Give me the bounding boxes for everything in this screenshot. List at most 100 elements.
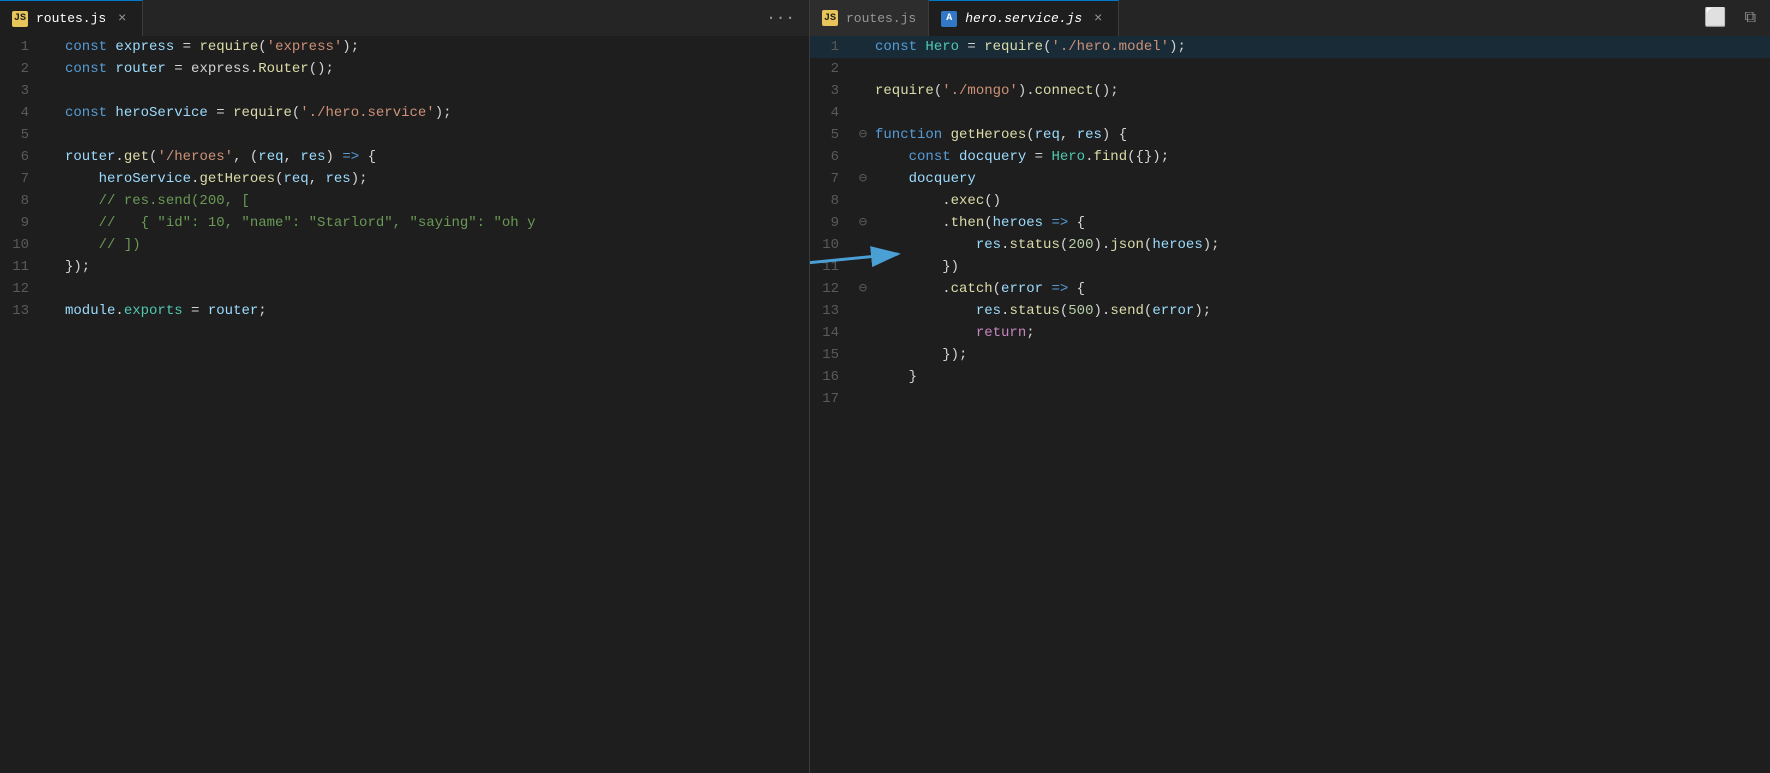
collapse-btn-9[interactable]: ⊖ — [855, 212, 871, 234]
code-line-8: 8 .exec() — [810, 190, 1770, 212]
search-toggle-btn[interactable]: ⬜ — [1700, 3, 1730, 33]
token: ). — [1094, 303, 1111, 319]
line-content-3 — [61, 80, 809, 102]
line-content-11: }); — [61, 256, 809, 278]
line-number-4: 4 — [0, 102, 45, 124]
token: ); — [1203, 237, 1220, 253]
token — [875, 303, 976, 319]
line-content-5: function getHeroes(req, res) { — [871, 124, 1770, 146]
code-line-2: 2 — [810, 58, 1770, 80]
code-line-10: 10 // ]) — [0, 234, 809, 256]
close-tab-hero-service[interactable]: × — [1090, 11, 1106, 27]
token: require — [875, 83, 934, 99]
token: ); — [1194, 303, 1211, 319]
tab-routes-left[interactable]: JS routes.js × — [0, 0, 143, 36]
token: json — [1110, 237, 1144, 253]
code-line-1: 1const Hero = require('./hero.model'); — [810, 36, 1770, 58]
code-line-6: 6 const docquery = Hero.find({}); — [810, 146, 1770, 168]
tab-label-routes-left: routes.js — [36, 11, 106, 26]
code-area-left[interactable]: 1const express = require('express');2 con… — [0, 36, 809, 773]
code-line-5: 5⊖function getHeroes(req, res) { — [810, 124, 1770, 146]
token: res — [976, 237, 1001, 253]
tab-bar-left: JS routes.js × ··· — [0, 0, 810, 36]
token: require — [199, 39, 258, 55]
split-editor-btn[interactable]: ⧉ — [1741, 5, 1760, 31]
token: // ]) — [99, 237, 141, 253]
tab-hero-service[interactable]: A hero.service.js × — [929, 0, 1119, 36]
token — [65, 193, 99, 209]
token: exec — [951, 193, 985, 209]
line-number-7: 7 — [0, 168, 45, 190]
collapse-btn-5[interactable]: ⊖ — [855, 124, 871, 146]
token: => — [342, 149, 359, 165]
line-content-3: require('./mongo').connect(); — [871, 80, 1770, 102]
token: require — [984, 39, 1043, 55]
token: heroes — [1152, 237, 1202, 253]
line-number-9: 9 — [0, 212, 45, 234]
token: ); — [351, 171, 368, 187]
line-content-15: }); — [871, 344, 1770, 366]
token: './hero.model' — [1051, 39, 1169, 55]
line-content-9: // { "id": 10, "name": "Starlord", "sayi… — [61, 212, 809, 234]
line-content-8: // res.send(200, [ — [61, 190, 809, 212]
line-content-10: res.status(200).json(heroes); — [871, 234, 1770, 256]
editor-pane-left: 1const express = require('express');2 con… — [0, 36, 810, 773]
token: docquery — [909, 171, 976, 187]
token: error — [1001, 281, 1043, 297]
token: ) { — [1102, 127, 1127, 143]
token: , — [309, 171, 326, 187]
token: = — [174, 39, 199, 55]
token: res — [976, 303, 1001, 319]
token: . — [875, 215, 951, 231]
code-line-13: 13module.exports = router; — [0, 300, 809, 322]
token: () — [984, 193, 1001, 209]
line-number-6: 6 — [0, 146, 45, 168]
token: . — [115, 149, 123, 165]
token: docquery — [959, 149, 1026, 165]
code-line-1: 1const express = require('express'); — [0, 36, 809, 58]
token — [875, 237, 976, 253]
tab-label-routes-right: routes.js — [846, 11, 916, 26]
line-number-11: 11 — [0, 256, 45, 278]
close-tab-routes-left[interactable]: × — [114, 11, 130, 27]
more-options-left[interactable]: ··· — [762, 5, 799, 31]
token: ( — [984, 215, 992, 231]
token: ). — [1094, 237, 1111, 253]
token: const — [65, 105, 115, 121]
line-number-10: 10 — [0, 234, 45, 256]
line-number-15: 15 — [810, 344, 855, 366]
collapse-btn-12[interactable]: ⊖ — [855, 278, 871, 300]
line-content-4 — [871, 102, 1770, 124]
code-line-11: 11 }) — [810, 256, 1770, 278]
line-number-2: 2 — [0, 58, 45, 80]
code-line-4: 4const heroService = require('./hero.ser… — [0, 102, 809, 124]
token — [875, 171, 909, 187]
line-number-5: 5 — [810, 124, 855, 146]
token: ); — [342, 39, 359, 55]
code-area-right[interactable]: 1const Hero = require('./hero.model');2 … — [810, 36, 1770, 773]
line-content-6: const docquery = Hero.find({}); — [871, 146, 1770, 168]
code-line-3: 3require('./mongo').connect(); — [810, 80, 1770, 102]
token — [65, 237, 99, 253]
token — [875, 325, 976, 341]
token: => — [1051, 215, 1068, 231]
token: , — [1060, 127, 1077, 143]
code-line-12: 12 — [0, 278, 809, 300]
token: './mongo' — [942, 83, 1018, 99]
js-icon-right: JS — [822, 10, 838, 26]
token: req — [1035, 127, 1060, 143]
tab-routes-right[interactable]: JS routes.js — [810, 0, 929, 36]
line-content-9: .then(heroes => { — [871, 212, 1770, 234]
token: res — [1077, 127, 1102, 143]
token: ). — [1018, 83, 1035, 99]
code-line-5: 5 — [0, 124, 809, 146]
line-number-10: 10 — [810, 234, 855, 256]
token: req — [258, 149, 283, 165]
code-line-8: 8 // res.send(200, [ — [0, 190, 809, 212]
line-content-1: const Hero = require('./hero.model'); — [871, 36, 1770, 58]
line-content-16: } — [871, 366, 1770, 388]
line-content-8: .exec() — [871, 190, 1770, 212]
token: send — [1110, 303, 1144, 319]
token: getHeroes — [951, 127, 1027, 143]
collapse-btn-7[interactable]: ⊖ — [855, 168, 871, 190]
